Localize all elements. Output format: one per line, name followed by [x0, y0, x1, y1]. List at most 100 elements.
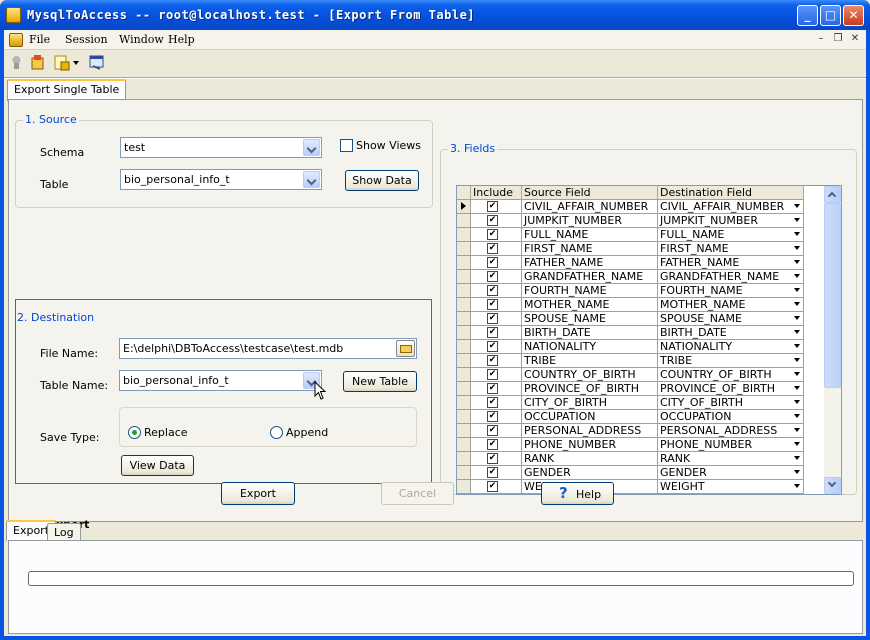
table-row[interactable]: ✔ FULL_NAME FULL_NAME — [457, 228, 805, 242]
scroll-thumb[interactable] — [824, 203, 841, 388]
schema-select[interactable]: test — [120, 137, 322, 158]
table-row[interactable]: ✔ PROVINCE_OF_BIRTH PROVINCE_OF_BIRTH — [457, 382, 805, 396]
minimize-button[interactable]: _ — [797, 5, 818, 26]
header-include[interactable]: Include — [471, 186, 522, 200]
maximize-button[interactable]: □ — [820, 5, 841, 26]
include-cell[interactable]: ✔ — [471, 396, 522, 410]
destination-field-cell[interactable]: FULL_NAME — [658, 228, 804, 242]
source-field-cell[interactable]: BIRTH_DATE — [522, 326, 658, 340]
source-field-cell[interactable]: NATIONALITY — [522, 340, 658, 354]
table-name-select[interactable]: bio_personal_info_t — [119, 370, 322, 391]
replace-radio[interactable] — [128, 426, 141, 439]
include-checkbox[interactable]: ✔ — [487, 215, 498, 226]
include-checkbox[interactable]: ✔ — [487, 481, 498, 492]
chevron-down-icon[interactable] — [794, 456, 800, 460]
chevron-down-icon[interactable] — [794, 428, 800, 432]
table-row[interactable]: ✔ GENDER GENDER — [457, 466, 805, 480]
chevron-down-icon[interactable] — [794, 246, 800, 250]
mdi-close-icon[interactable]: ✕ — [848, 33, 862, 46]
table-row[interactable]: ✔ MOTHER_NAME MOTHER_NAME — [457, 298, 805, 312]
include-checkbox[interactable]: ✔ — [487, 467, 498, 478]
destination-field-cell[interactable]: FATHER_NAME — [658, 256, 804, 270]
source-field-cell[interactable]: PHONE_NUMBER — [522, 438, 658, 452]
include-cell[interactable]: ✔ — [471, 382, 522, 396]
include-checkbox[interactable]: ✔ — [487, 257, 498, 268]
help-button[interactable]: ? Help — [541, 482, 614, 505]
include-cell[interactable]: ✔ — [471, 242, 522, 256]
fields-grid[interactable]: Include Source Field Destination Field ✔… — [456, 185, 842, 495]
chevron-down-icon[interactable] — [794, 316, 800, 320]
table-row[interactable]: ✔WEIGHTWEIGHT — [457, 480, 805, 494]
chevron-down-icon[interactable] — [794, 470, 800, 474]
include-cell[interactable]: ✔ — [471, 270, 522, 284]
include-cell[interactable]: ✔ — [471, 354, 522, 368]
destination-field-cell[interactable]: PERSONAL_ADDRESS — [658, 424, 804, 438]
source-field-cell[interactable]: FIRST_NAME — [522, 242, 658, 256]
table-row[interactable]: ✔ TRIBE TRIBE — [457, 354, 805, 368]
table-row[interactable]: ✔ FATHER_NAME FATHER_NAME — [457, 256, 805, 270]
menu-window[interactable]: Window — [119, 33, 164, 46]
table-row[interactable]: ✔ FOURTH_NAME FOURTH_NAME — [457, 284, 805, 298]
table-row[interactable]: ✔ PERSONAL_ADDRESS PERSONAL_ADDRESS — [457, 424, 805, 438]
table-row[interactable]: ✔ BIRTH_DATE BIRTH_DATE — [457, 326, 805, 340]
source-field-cell[interactable]: CIVIL_AFFAIR_NUMBER — [522, 200, 658, 214]
include-checkbox[interactable]: ✔ — [487, 383, 498, 394]
source-field-cell[interactable]: GRANDFATHER_NAME — [522, 270, 658, 284]
include-checkbox[interactable]: ✔ — [487, 411, 498, 422]
chevron-down-icon[interactable] — [794, 232, 800, 236]
source-field-cell[interactable]: FOURTH_NAME — [522, 284, 658, 298]
table-row[interactable]: ✔ PHONE_NUMBER PHONE_NUMBER — [457, 438, 805, 452]
destination-field-cell[interactable]: PROVINCE_OF_BIRTH — [658, 382, 804, 396]
show-views-checkbox[interactable] — [340, 139, 353, 152]
chevron-down-icon[interactable] — [794, 330, 800, 334]
include-checkbox[interactable]: ✔ — [487, 355, 498, 366]
new-table-button[interactable]: New Table — [343, 371, 417, 392]
header-destination-field[interactable]: Destination Field — [658, 186, 804, 200]
vertical-scrollbar[interactable] — [824, 186, 841, 494]
dropdown-arrow-icon[interactable] — [73, 61, 79, 65]
mdi-minimize-icon[interactable]: – — [814, 33, 828, 46]
chevron-down-icon[interactable] — [794, 274, 800, 278]
chevron-down-icon[interactable] — [794, 218, 800, 222]
chevron-down-icon[interactable] — [794, 204, 800, 208]
cancel-button[interactable]: Cancel — [381, 482, 454, 505]
include-cell[interactable]: ✔ — [471, 466, 522, 480]
table-row[interactable]: ✔ NATIONALITY NATIONALITY — [457, 340, 805, 354]
table-row[interactable]: ✔ JUMPKIT_NUMBER JUMPKIT_NUMBER — [457, 214, 805, 228]
close-button[interactable]: ✕ — [843, 5, 864, 26]
menu-session[interactable]: Session — [65, 33, 108, 46]
chevron-down-icon[interactable] — [303, 139, 320, 156]
include-cell[interactable]: ✔ — [471, 256, 522, 270]
source-field-cell[interactable]: PERSONAL_ADDRESS — [522, 424, 658, 438]
mdi-restore-icon[interactable]: ❐ — [831, 33, 845, 46]
chevron-down-icon[interactable] — [794, 372, 800, 376]
include-checkbox[interactable]: ✔ — [487, 327, 498, 338]
chevron-down-icon[interactable] — [794, 344, 800, 348]
include-cell[interactable]: ✔ — [471, 228, 522, 242]
include-cell[interactable]: ✔ — [471, 424, 522, 438]
include-checkbox[interactable]: ✔ — [487, 425, 498, 436]
scroll-up-icon[interactable] — [824, 186, 841, 203]
include-checkbox[interactable]: ✔ — [487, 229, 498, 240]
source-field-cell[interactable]: TRIBE — [522, 354, 658, 368]
include-cell[interactable]: ✔ — [471, 326, 522, 340]
include-cell[interactable]: ✔ — [471, 340, 522, 354]
source-field-cell[interactable]: JUMPKIT_NUMBER — [522, 214, 658, 228]
view-data-button[interactable]: View Data — [121, 455, 194, 476]
destination-field-cell[interactable]: OCCUPATION — [658, 410, 804, 424]
destination-field-cell[interactable]: MOTHER_NAME — [658, 298, 804, 312]
destination-field-cell[interactable]: CIVIL_AFFAIR_NUMBER — [658, 200, 804, 214]
include-checkbox[interactable]: ✔ — [487, 439, 498, 450]
tab-export-single-table[interactable]: Export Single Table — [7, 79, 127, 101]
source-field-cell[interactable]: RANK — [522, 452, 658, 466]
destination-field-cell[interactable]: WEIGHT — [658, 480, 804, 494]
source-field-cell[interactable]: FULL_NAME — [522, 228, 658, 242]
table-row[interactable]: ✔ COUNTRY_OF_BIRTH COUNTRY_OF_BIRTH — [457, 368, 805, 382]
include-cell[interactable]: ✔ — [471, 452, 522, 466]
destination-field-cell[interactable]: GRANDFATHER_NAME — [658, 270, 804, 284]
mdi-child-icon[interactable] — [9, 33, 23, 47]
source-field-cell[interactable]: COUNTRY_OF_BIRTH — [522, 368, 658, 382]
window-tool-icon[interactable] — [88, 54, 105, 71]
chevron-down-icon[interactable] — [794, 288, 800, 292]
include-cell[interactable]: ✔ — [471, 298, 522, 312]
